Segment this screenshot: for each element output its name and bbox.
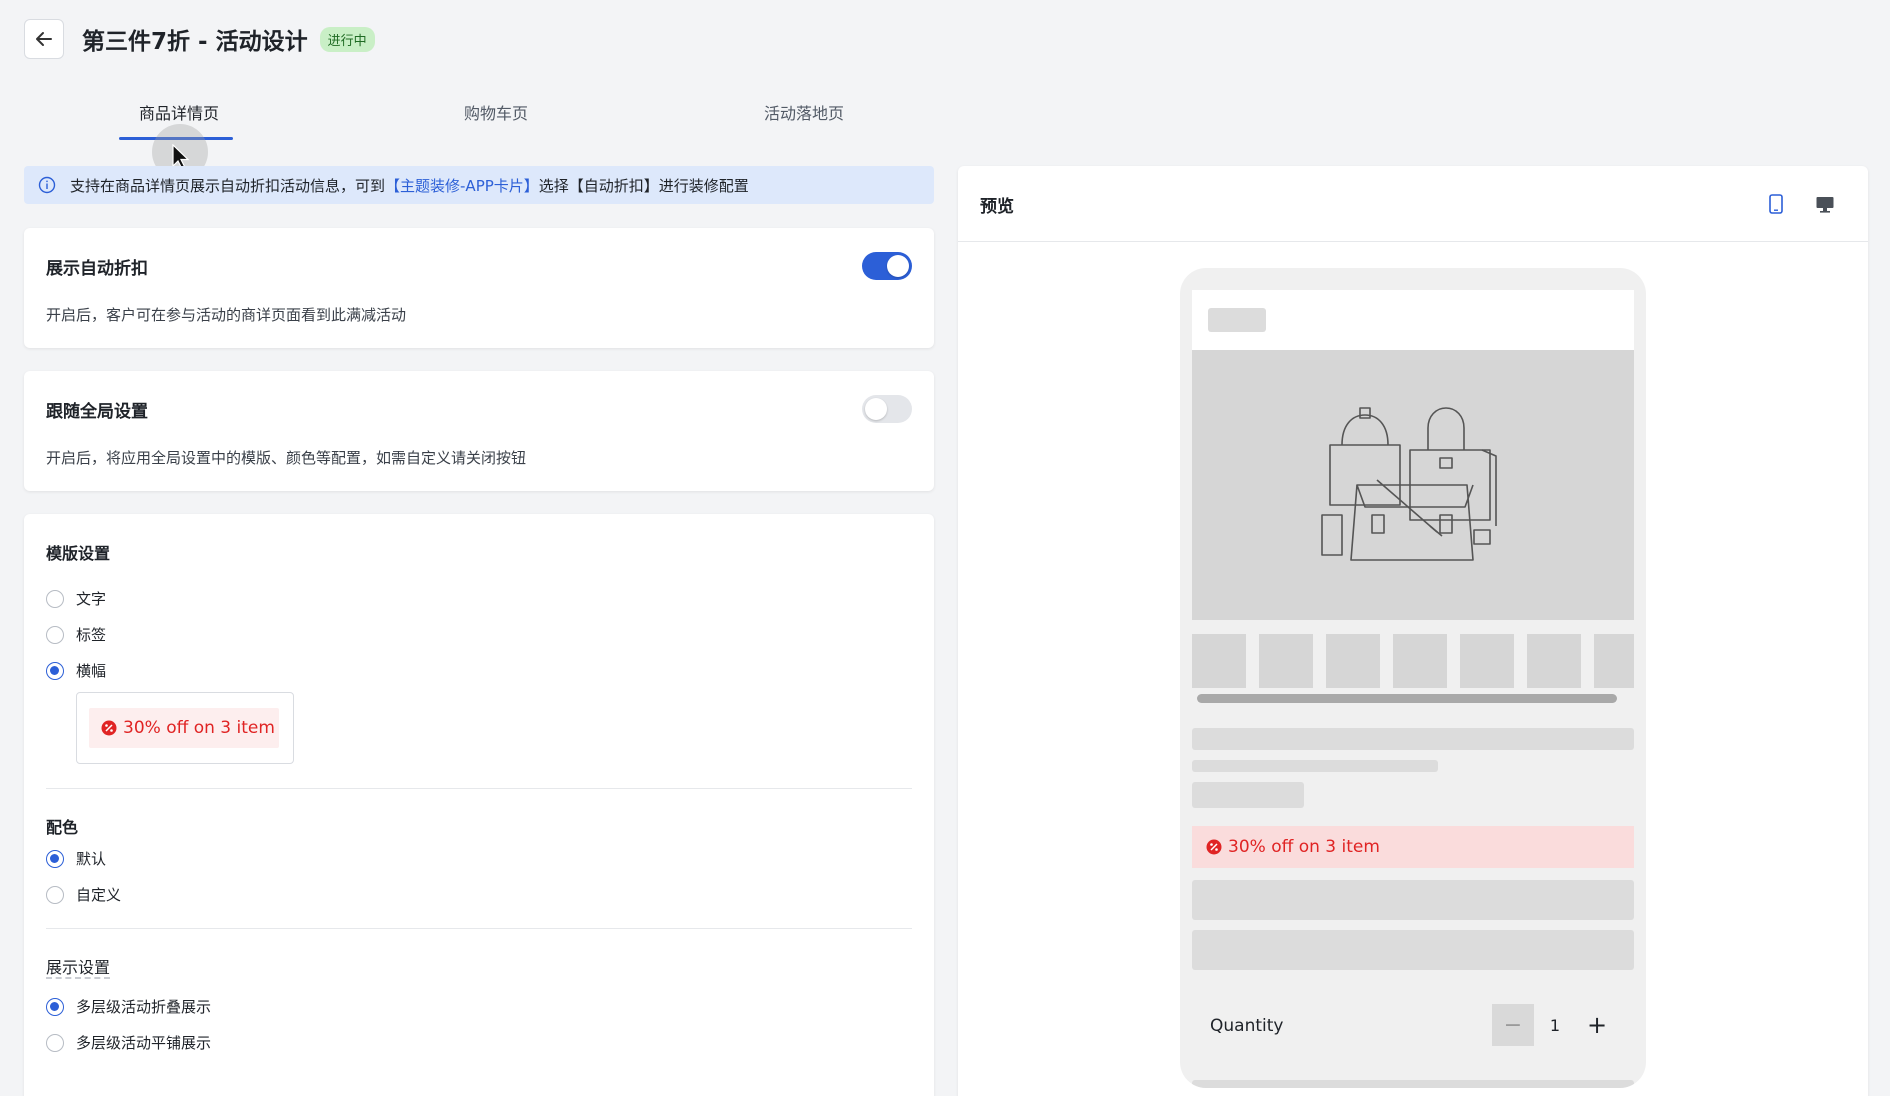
info-text-suffix: 选择【自动折扣】进行装修配置 [538,176,749,195]
page-header: 第三件7折 - 活动设计 进行中 [24,18,375,60]
skeleton-price [1192,782,1304,808]
color-title: 配色 [46,818,79,837]
phone-mockup: 30% off on 3 item Quantity − 1 + [1180,268,1646,1088]
thumbnail[interactable] [1259,634,1313,688]
product-image [1192,350,1634,620]
radio-button[interactable] [46,885,64,904]
mobile-icon[interactable] [1768,194,1784,214]
banner-template-preview: 30% off on 3 item [76,692,294,764]
skeleton-logo [1208,308,1266,332]
info-banner: 支持在商品详情页展示自动折扣活动信息，可到 【主题装修-APP卡片】 选择【自动… [24,166,934,204]
skeleton-line [1192,760,1438,772]
discount-badge-icon [1206,839,1222,855]
preview-panel: 预览 30% off on 3 item Quantity − 1 + [958,166,1868,1096]
template-option-banner[interactable]: 横幅 [46,660,106,681]
radio-button[interactable] [46,661,64,680]
desktop-icon[interactable] [1815,194,1835,214]
bags-illustration-icon [1321,407,1497,561]
theme-card-link[interactable]: 【主题装修-APP卡片】 [385,175,539,196]
skeleton-block [1192,880,1634,920]
radio-button[interactable] [46,849,64,868]
preview-title: 预览 [980,197,1014,217]
page-title: 第三件7折 - 活动设计 [82,29,308,55]
quantity-value[interactable]: 1 [1534,1004,1576,1046]
follow-global-desc: 开启后，将应用全局设置中的模版、颜色等配置，如需自定义请关闭按钮 [46,449,527,467]
thumbnail[interactable] [1594,634,1634,688]
thumbnail[interactable] [1460,634,1514,688]
thumbnail[interactable] [1393,634,1447,688]
show-discount-title: 展示自动折扣 [46,259,148,279]
radio-button[interactable] [46,1033,64,1052]
toggle-knob [887,255,909,277]
quantity-increase-button[interactable]: + [1576,1004,1618,1046]
show-discount-toggle[interactable] [862,252,912,280]
thumbnail[interactable] [1192,634,1246,688]
toggle-knob [865,398,887,420]
follow-global-card: 跟随全局设置 开启后，将应用全局设置中的模版、颜色等配置，如需自定义请关闭按钮 [24,371,934,491]
thumbnail[interactable] [1527,634,1581,688]
skeleton-block [1192,1080,1634,1088]
follow-global-title: 跟随全局设置 [46,402,148,422]
follow-global-toggle[interactable] [862,395,912,423]
tab-landing[interactable]: 活动落地页 [764,92,844,142]
promo-banner: 30% off on 3 item [1192,826,1634,868]
skeleton-block [1192,930,1634,970]
phone-top-bar [1192,290,1634,350]
banner-tag: 30% off on 3 item [89,708,279,748]
divider [46,928,912,929]
display-option-collapse[interactable]: 多层级活动折叠展示 [46,996,211,1017]
color-option-custom[interactable]: 自定义 [46,884,121,905]
discount-badge-icon [101,720,117,736]
thumbnail-scrollbar[interactable] [1197,694,1617,703]
settings-card: 模版设置 文字 标签 横幅 30% off on 3 item 配色 默认 自定… [24,514,934,1096]
skeleton-line [1192,728,1634,750]
quantity-decrease-button[interactable]: − [1492,1004,1534,1046]
display-title: 展示设置 [46,958,111,977]
show-discount-card: 展示自动折扣 开启后，客户可在参与活动的商详页面看到此满减活动 [24,228,934,348]
preview-header: 预览 [958,166,1868,242]
template-option-text[interactable]: 文字 [46,588,106,609]
show-discount-desc: 开启后，客户可在参与活动的商详页面看到此满减活动 [46,306,407,324]
color-option-default[interactable]: 默认 [46,848,106,869]
thumbnail[interactable] [1326,634,1380,688]
divider [46,788,912,789]
template-title: 模版设置 [46,544,111,563]
arrow-left-icon [36,32,52,46]
template-option-tag[interactable]: 标签 [46,624,106,645]
display-option-tile[interactable]: 多层级活动平铺展示 [46,1032,211,1053]
quantity-label: Quantity [1210,1016,1284,1036]
info-text-prefix: 支持在商品详情页展示自动折扣活动信息，可到 [70,176,386,195]
radio-button[interactable] [46,997,64,1016]
info-icon [38,176,56,194]
tab-cart[interactable]: 购物车页 [464,92,528,142]
back-button[interactable] [24,19,64,59]
radio-button[interactable] [46,625,64,644]
status-badge: 进行中 [319,26,375,52]
radio-button[interactable] [46,589,64,608]
